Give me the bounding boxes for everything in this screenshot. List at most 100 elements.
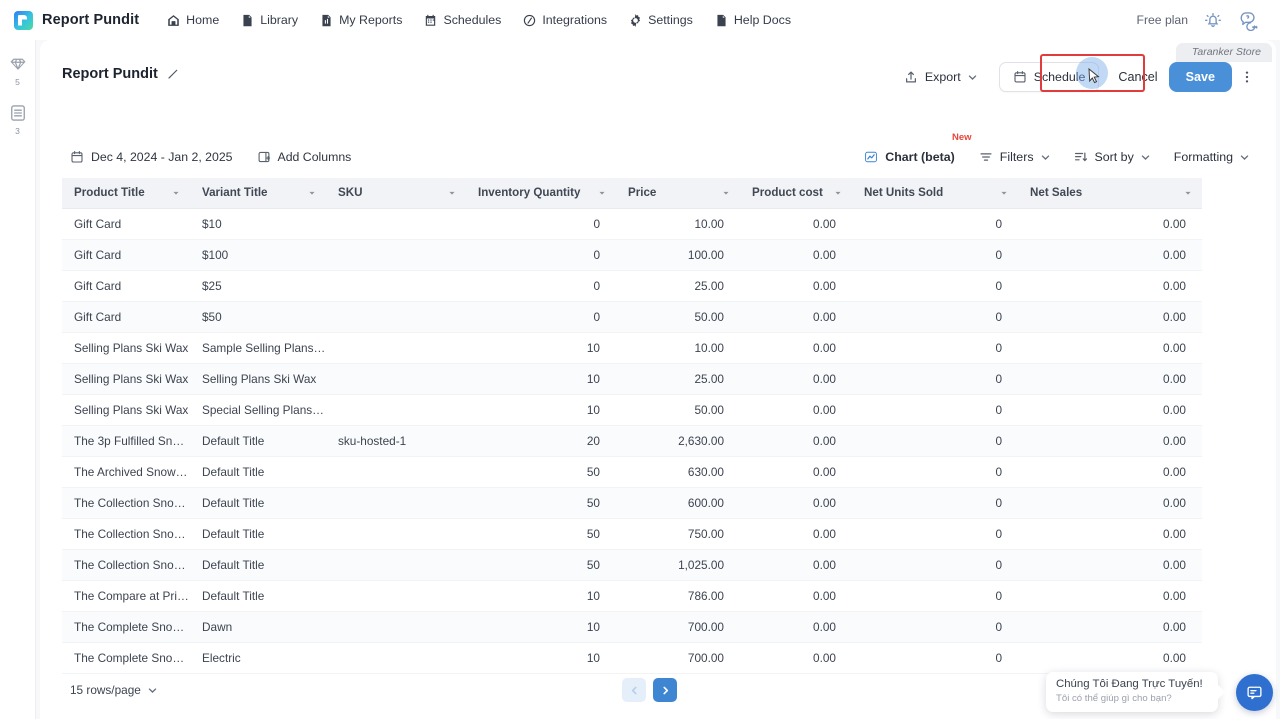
- top-navigation-right: Free plan: [1137, 9, 1267, 31]
- table-row[interactable]: The Compare at Price ... Default Title 10 7…: [62, 580, 1202, 612]
- report-pundit-logo-icon: [14, 10, 33, 30]
- report-header: Report Pundit: [62, 66, 179, 82]
- nav-item-help-docs[interactable]: Help Docs: [715, 13, 791, 27]
- cancel-button[interactable]: Cancel: [1107, 62, 1168, 92]
- table-cell: 0.00: [1018, 332, 1202, 364]
- export-button[interactable]: Export: [891, 62, 989, 92]
- table-row[interactable]: Selling Plans Ski Wax Special Selling Pla…: [62, 394, 1202, 426]
- nav-item-library[interactable]: Library: [241, 13, 298, 27]
- table-cell: Default Title: [190, 456, 326, 488]
- table-header: Product Title Variant Title SKU Inventor…: [62, 178, 1202, 209]
- table-cell: Default Title: [190, 549, 326, 581]
- column-label: Variant Title: [202, 186, 268, 200]
- column-label: Net Sales: [1030, 186, 1083, 200]
- sort-caret-icon[interactable]: [1000, 189, 1008, 197]
- calendar-icon: [424, 14, 437, 27]
- nav-label: Settings: [648, 13, 693, 27]
- brand-name: Report Pundit: [42, 12, 140, 28]
- rows-per-page-label: 15 rows/page: [70, 683, 141, 697]
- column-header-inventory-quantity[interactable]: Inventory Quantity: [466, 178, 616, 209]
- table-row[interactable]: Gift Card $50 0 50.00 0.00 0 0.00: [62, 301, 1202, 333]
- list-icon: [8, 103, 28, 123]
- nav-item-home[interactable]: Home: [167, 13, 219, 27]
- rail-item-list[interactable]: 3: [8, 103, 28, 136]
- nav-item-integrations[interactable]: Integrations: [523, 13, 607, 27]
- nav-item-schedules[interactable]: Schedules: [424, 13, 501, 27]
- sort-caret-icon[interactable]: [1184, 189, 1192, 197]
- pencil-icon[interactable]: [167, 68, 179, 80]
- schedule-button[interactable]: Schedule: [998, 62, 1100, 92]
- chevron-down-icon: [1240, 153, 1249, 162]
- table-cell: 2,630.00: [616, 425, 740, 457]
- export-icon: [904, 70, 918, 84]
- rail-badge: 5: [15, 77, 20, 87]
- table-cell: 0: [466, 301, 616, 333]
- table-cell: 0.00: [740, 208, 852, 240]
- gear-icon: [629, 13, 642, 27]
- table-row[interactable]: The Collection Snowbo...Default Title 507…: [62, 518, 1202, 550]
- sort-caret-icon[interactable]: [172, 189, 180, 197]
- prev-page-button[interactable]: [622, 678, 646, 702]
- table-row[interactable]: Selling Plans Ski Wax Selling Plans Ski W…: [62, 363, 1202, 395]
- table-row[interactable]: The Complete Snowbo...Dawn10700.000.0000…: [62, 611, 1202, 643]
- table-row[interactable]: The Collection Snowbo...Default Title 506…: [62, 487, 1202, 519]
- sort-caret-icon[interactable]: [448, 189, 456, 197]
- next-page-button[interactable]: [653, 678, 677, 702]
- toolbar-right: Chart (beta) Filters Sort by Formatting: [855, 144, 1258, 170]
- table-cell: 10: [466, 642, 616, 674]
- column-header-net-sales[interactable]: Net Sales: [1018, 178, 1202, 209]
- toolbar-left: Dec 4, 2024 - Jan 2, 2025 Add Columns: [62, 144, 360, 169]
- sort-caret-icon[interactable]: [722, 189, 730, 197]
- table-cell: 0.00: [1018, 456, 1202, 488]
- add-columns-button[interactable]: Add Columns: [248, 144, 360, 169]
- table-cell: 0.00: [1018, 208, 1202, 240]
- table-cell: [326, 394, 466, 426]
- table-row[interactable]: Selling Plans Ski Wax Sample Selling Plan…: [62, 332, 1202, 364]
- nav-item-settings[interactable]: Settings: [629, 13, 693, 27]
- table-cell: The Collection Snowbo...: [62, 549, 190, 581]
- column-header-sku[interactable]: SKU: [326, 178, 466, 209]
- rows-per-page-select[interactable]: 15 rows/page: [62, 678, 165, 702]
- brand[interactable]: Report Pundit: [14, 10, 140, 30]
- table-cell: 0.00: [740, 239, 852, 271]
- sort-label: Sort by: [1094, 150, 1134, 164]
- chat-greeting-bubble[interactable]: Chúng Tôi Đang Trực Tuyến! Tôi có thể gi…: [1046, 672, 1218, 712]
- chat-support-icon[interactable]: [1238, 9, 1260, 31]
- chart-beta-button[interactable]: Chart (beta): [855, 144, 964, 170]
- table-cell: 0.00: [1018, 642, 1202, 674]
- column-header-price[interactable]: Price: [616, 178, 740, 209]
- date-range-button[interactable]: Dec 4, 2024 - Jan 2, 2025: [62, 144, 241, 169]
- save-button[interactable]: Save: [1168, 62, 1232, 92]
- column-header-product-cost[interactable]: Product cost: [740, 178, 852, 209]
- chat-launcher-button[interactable]: [1236, 674, 1273, 711]
- filters-button[interactable]: Filters: [969, 144, 1059, 170]
- page-surface: Taranker Store Report Pundit Export Sche…: [36, 40, 1280, 719]
- table-row[interactable]: The 3p Fulfilled Snowb...Default Titlesk…: [62, 425, 1202, 457]
- sort-caret-icon[interactable]: [308, 189, 316, 197]
- sort-caret-icon[interactable]: [834, 189, 842, 197]
- table-row[interactable]: The Complete Snowbo...Electric10700.000.…: [62, 642, 1202, 674]
- my-reports-icon: [320, 14, 333, 27]
- sort-by-button[interactable]: Sort by: [1064, 144, 1159, 170]
- column-header-variant-title[interactable]: Variant Title: [190, 178, 326, 209]
- table-row[interactable]: Gift Card $10 0 10.00 0.00 0 0.00: [62, 208, 1202, 240]
- filter-icon: [979, 150, 993, 164]
- formatting-button[interactable]: Formatting: [1164, 144, 1258, 170]
- column-header-product-title[interactable]: Product Title: [62, 178, 190, 209]
- column-header-net-units-sold[interactable]: Net Units Sold: [852, 178, 1018, 209]
- sort-caret-icon[interactable]: [598, 189, 606, 197]
- more-vertical-icon[interactable]: [1236, 63, 1258, 91]
- notification-bell-icon[interactable]: [1202, 9, 1224, 31]
- rail-item-diamond[interactable]: 5: [8, 54, 28, 87]
- table-cell: 0: [852, 456, 1018, 488]
- table-cell: 0.00: [1018, 239, 1202, 271]
- table-cell: The Complete Snowbo...: [62, 642, 190, 674]
- table-row[interactable]: The Archived Snowboa...Default Title 5063…: [62, 456, 1202, 488]
- table-cell: Gift Card: [62, 239, 190, 271]
- table-row[interactable]: Gift Card $100 0 100.00 0.00 0 0.00: [62, 239, 1202, 271]
- table-row[interactable]: Gift Card $25 0 25.00 0.00 0 0.00: [62, 270, 1202, 302]
- cancel-label: Cancel: [1118, 70, 1158, 84]
- table-row[interactable]: The Collection Snowbo...Default Title 501…: [62, 549, 1202, 581]
- nav-item-my-reports[interactable]: My Reports: [320, 13, 402, 27]
- table-cell: 50.00: [616, 394, 740, 426]
